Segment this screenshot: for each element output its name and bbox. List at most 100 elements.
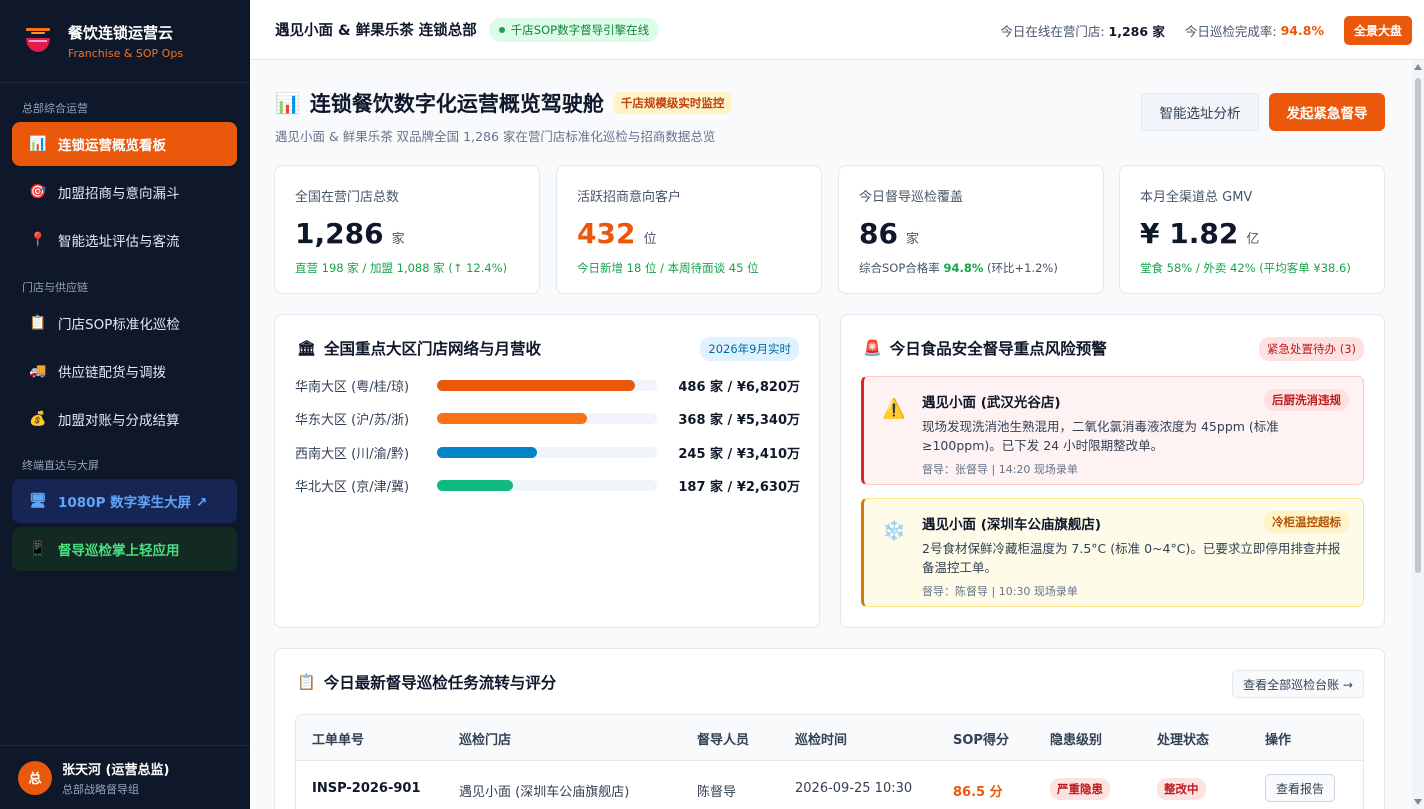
kpi-note-suffix: (环比+1.2%) [983,261,1058,275]
view-report-button[interactable]: 查看报告 [1265,774,1335,802]
cell-inspector: 陈督导 [697,785,737,800]
kpi-value: ¥ 1.82 [1140,217,1239,250]
main-scrollbar[interactable] [1412,60,1424,809]
region-row[interactable]: 西南大区 (川/渝/黔) 245 家 / ¥3,410万 [295,442,800,462]
panorama-button[interactable]: 全景大盘 [1343,15,1412,45]
kpi-unit: 家 [391,232,405,247]
target-icon: 🎯 [29,184,47,200]
online-stores-value: 1,286 家 [1108,23,1165,39]
nav-section-store: 门店与供应链 [22,281,88,294]
kpi-card-inspections: 今日督导巡检覆盖 86 家 综合SOP合格率 94.8% (环比+1.2%) [838,165,1104,294]
engine-status-text: 千店SOP数字督导引擎在线 [510,22,650,37]
risk-level-badge: 严重隐患 [1050,778,1110,800]
kpi-unit: 亿 [1246,232,1260,247]
region-name: 华北大区 (京/津/冀) [295,480,410,495]
urgent-supervision-button[interactable]: 发起紧急督导 [1269,93,1385,131]
sidebar: 餐饮连锁运营云 Franchise & SOP Ops 总部综合运营 📊 连锁运… [0,0,250,809]
inspection-table: 工单单号 巡检门店 督导人员 巡检时间 SOP得分 隐患级别 处理状态 操作 I… [295,714,1364,809]
sidebar-item-digital-twin-screen[interactable]: 🖥 1080P 数字孪生大屏 ↗ [12,479,237,523]
column-header[interactable]: 隐患级别 [1050,729,1102,748]
noodle-bowl-icon [26,28,50,52]
column-header[interactable]: 督导人员 [697,729,749,748]
sidebar-item-supply-chain[interactable]: 🚚 供应链配货与调拨 [12,349,237,393]
kpi-value: 1,286 [295,217,384,250]
nav-section-terminal: 终端直达与大屏 [22,459,99,472]
user-role: 总部战略督导组 [62,782,139,796]
kpi-note-prefix: 综合SOP合格率 [859,261,944,275]
sidebar-item-site-selection[interactable]: 📍 智能选址评估与客流 [12,218,237,262]
page-subtitle: 遇见小面 & 鲜果乐茶 双品牌全国 1,286 家在营门店标准化巡检与招商数据总… [275,129,716,144]
inspection-rate-value: 94.8% [1280,22,1324,38]
kpi-value: 86 [859,217,898,250]
inspections-title: 今日最新督导巡检任务流转与评分 [323,674,557,692]
region-row[interactable]: 华东大区 (沪/苏/浙) 368 家 / ¥5,340万 [295,409,800,429]
sidebar-item-label: 门店SOP标准化巡检 [58,317,180,333]
clipboard-icon: 📋 [29,315,47,331]
sidebar-item-franchise-funnel[interactable]: 🎯 加盟招商与意向漏斗 [12,170,237,214]
risk-title: 今日食品安全督导重点风险预警 [889,340,1107,358]
snowflake-icon: ❄️ [882,520,906,542]
region-bar-fill [437,480,513,491]
kpi-label: 本月全渠道总 GMV [1140,190,1253,205]
sidebar-item-label: 连锁运营概览看板 [58,138,166,154]
region-row[interactable]: 华北大区 (京/津/冀) 187 家 / ¥2,630万 [295,476,800,496]
engine-status-badge: 千店SOP数字督导引擎在线 [488,17,660,42]
sidebar-item-mobile-app[interactable]: 📱 督导巡检掌上轻应用 [12,527,237,571]
kpi-label: 活跃招商意向客户 [577,190,682,205]
alert-meta: 督导：陈督导 | 10:30 现场录单 [922,585,1078,598]
bar-chart-icon: 📊 [275,91,300,115]
kpi-unit: 位 [643,232,657,247]
cell-time: 2026-09-25 10:30 [795,781,913,796]
region-value: 187 家 / ¥2,630万 [678,480,800,495]
kpi-note: 综合SOP合格率 94.8% (环比+1.2%) [859,260,1083,276]
region-name: 华南大区 (粤/桂/琼) [295,379,410,395]
scroll-up-arrow-icon[interactable] [1414,64,1422,70]
sidebar-item-settlement[interactable]: 💰 加盟对账与分成结算 [12,397,237,441]
region-bar-fill [437,446,537,458]
risk-card: 🚨 今日食品安全督导重点风险预警 紧急处置待办 (3) ⚠️ 遇见小面 (武汉光… [840,314,1385,628]
alert-tag: 冷柜温控超标 [1264,511,1349,533]
kpi-card-stores: 全国在营门店总数 1,286 家 直营 198 家 / 加盟 1,088 家 (… [274,165,540,294]
sidebar-item-overview[interactable]: 📊 连锁运营概览看板 [12,122,237,166]
risk-alert-wuhan[interactable]: ⚠️ 遇见小面 (武汉光谷店) 后厨洗消违规 现场发现洗消池生熟混用，二氧化氯消… [861,376,1364,485]
kpi-note: 今日新增 18 位 / 本周待面谈 45 位 [577,261,759,275]
kpi-label: 今日督导巡检覆盖 [859,190,964,205]
scroll-thumb[interactable] [1415,78,1421,573]
column-header[interactable]: 操作 [1265,729,1291,748]
region-bar-track [437,379,657,391]
avatar: 总 [18,760,52,795]
sidebar-item-label: 督导巡检掌上轻应用 [58,543,180,559]
siren-icon: 🚨 [863,339,882,357]
column-header[interactable]: 处理状态 [1157,729,1209,748]
inspections-card: 📋 今日最新督导巡检任务流转与评分 查看全部巡检台账 → 工单单号 巡检门店 督… [274,648,1385,809]
phone-icon: 📱 [29,541,47,557]
column-header[interactable]: SOP得分 [953,729,1009,748]
site-analysis-button[interactable]: 智能选址分析 [1141,93,1259,131]
column-header[interactable]: 巡检时间 [795,729,847,748]
risk-alert-shenzhen[interactable]: ❄️ 遇见小面 (深圳车公庙旗舰店) 冷柜温控超标 2号食材保鲜冷藏柜温度为 7… [861,498,1364,607]
user-name: 张天河 (运营总监) [62,762,170,778]
alert-meta: 督导：张督导 | 14:20 现场录单 [922,463,1078,476]
user-profile[interactable]: 总 张天河 (运营总监) 总部战略督导组 [0,745,250,809]
region-name: 华东大区 (沪/苏/浙) [295,413,410,428]
alert-description: 2号食材保鲜冷藏柜温度为 7.5°C (标准 0~4°C)。已要求立即停用排查并… [922,541,1341,575]
kpi-note: 直营 198 家 / 加盟 1,088 家 (↑ 12.4%) [295,261,508,275]
view-ledger-button[interactable]: 查看全部巡检台账 → [1232,670,1364,698]
sidebar-item-sop-inspection[interactable]: 📋 门店SOP标准化巡检 [12,301,237,345]
cell-order-id[interactable]: INSP-2026-901 [312,781,421,796]
kpi-value: 432 [577,217,636,250]
inspection-rate-label: 今日巡检完成率: [1184,23,1277,39]
alert-description: 现场发现洗消池生熟混用，二氧化氯消毒液浓度为 45ppm (标准 ≥100ppm… [922,419,1279,453]
kpi-note: 堂食 58% / 外卖 42% (平均客单 ¥38.6) [1140,261,1351,275]
regions-card: 🏛 全国重点大区门店网络与月营收 2026年9月实时 华南大区 (粤/桂/琼) 4… [274,314,820,628]
sidebar-item-label: 智能选址评估与客流 [58,234,180,250]
column-header[interactable]: 巡检门店 [459,729,511,748]
region-row[interactable]: 华南大区 (粤/桂/琼) 486 家 / ¥6,820万 [295,375,800,395]
column-header[interactable]: 工单单号 [312,729,364,748]
kpi-unit: 家 [905,232,919,247]
live-monitor-tag: 千店规模级实时监控 [613,92,732,114]
brand-subtitle: Franchise & SOP Ops [68,47,184,60]
online-dot-icon [498,26,505,33]
region-bar-fill [437,379,635,391]
scroll-down-arrow-icon[interactable] [1414,799,1422,805]
